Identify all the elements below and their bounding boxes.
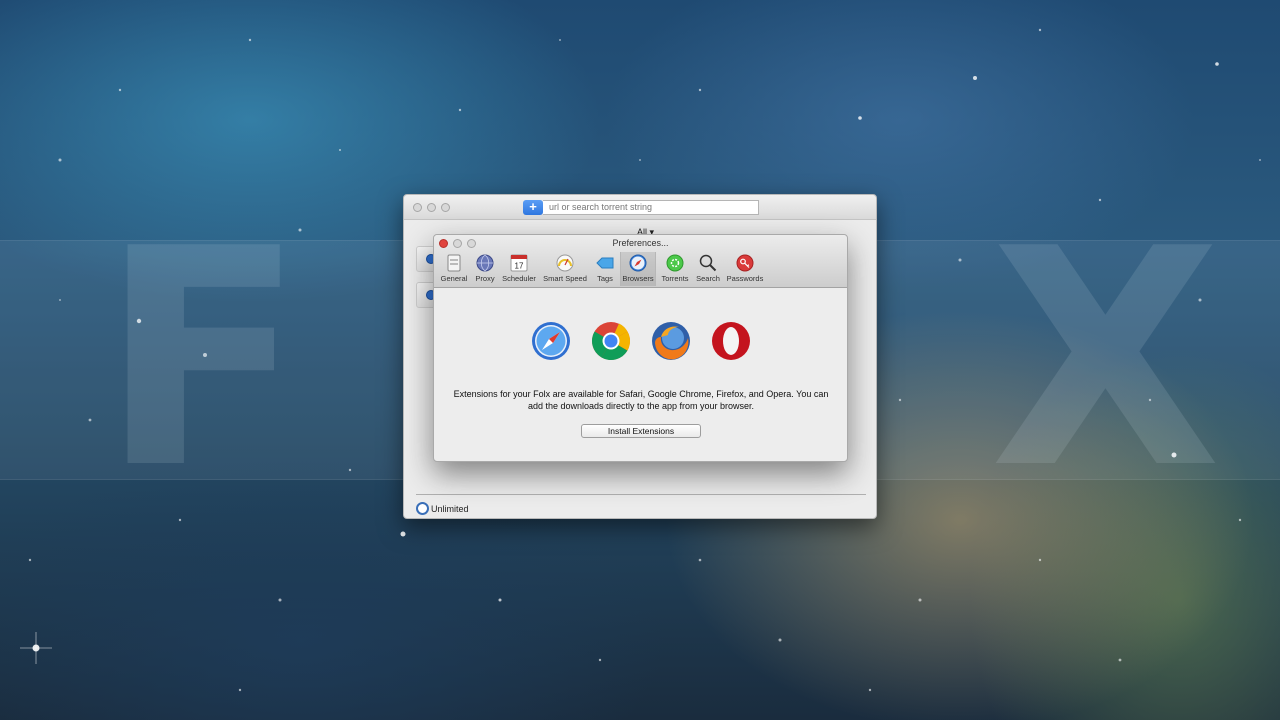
torrent-icon bbox=[666, 254, 684, 272]
zoom-button[interactable] bbox=[441, 203, 450, 212]
chrome-icon[interactable] bbox=[591, 321, 631, 361]
opera-icon[interactable] bbox=[711, 321, 751, 361]
compass-icon bbox=[629, 254, 647, 272]
preferences-window: Preferences... General Proxy 17 Schedule… bbox=[433, 234, 848, 462]
tab-general-label: General bbox=[440, 274, 468, 283]
install-extensions-button[interactable]: Install Extensions bbox=[581, 424, 701, 438]
scheduler-badge: 17 bbox=[515, 262, 524, 271]
close-button[interactable] bbox=[413, 203, 422, 212]
main-titlebar: + url or search torrent string bbox=[404, 195, 876, 220]
tab-smart-speed[interactable]: Smart Speed bbox=[541, 252, 589, 286]
safari-icon[interactable] bbox=[531, 321, 571, 361]
status-divider bbox=[416, 494, 866, 495]
tab-search[interactable]: Search bbox=[693, 252, 723, 286]
firefox-icon[interactable] bbox=[651, 321, 691, 361]
scheduler-icon: 17 bbox=[510, 254, 528, 272]
folx-logo-letter-x: X bbox=[990, 185, 1222, 534]
tab-browsers[interactable]: Browsers bbox=[620, 252, 656, 286]
minimize-button[interactable] bbox=[427, 203, 436, 212]
proxy-icon bbox=[476, 254, 494, 272]
key-icon bbox=[736, 254, 754, 272]
preferences-toolbar: Preferences... General Proxy 17 Schedule… bbox=[434, 235, 847, 288]
tab-browsers-label: Browsers bbox=[622, 274, 654, 283]
general-icon bbox=[447, 254, 461, 272]
tab-search-label: Search bbox=[696, 274, 720, 283]
tab-general[interactable]: General bbox=[438, 252, 470, 286]
speed-limit-label: Unlimited bbox=[431, 504, 469, 514]
url-search-input[interactable]: url or search torrent string bbox=[543, 200, 759, 215]
tab-tags-label: Tags bbox=[597, 274, 613, 283]
speedometer-icon bbox=[556, 254, 574, 272]
folx-logo-letter-f: F bbox=[100, 185, 305, 534]
tag-icon bbox=[596, 257, 614, 269]
extensions-description: Extensions for your Folx are available f… bbox=[453, 389, 829, 411]
magnifier-icon bbox=[699, 254, 717, 272]
tab-passwords[interactable]: Passwords bbox=[725, 252, 765, 286]
tab-scheduler[interactable]: 17 Scheduler bbox=[500, 252, 538, 286]
tab-torrents-label: Torrents bbox=[661, 274, 689, 283]
add-download-button[interactable]: + bbox=[523, 200, 543, 215]
speed-limit-icon[interactable] bbox=[416, 502, 429, 515]
tab-passwords-label: Passwords bbox=[726, 274, 764, 283]
tab-tags[interactable]: Tags bbox=[592, 252, 618, 286]
tab-smart-speed-label: Smart Speed bbox=[543, 274, 587, 283]
tab-proxy[interactable]: Proxy bbox=[472, 252, 498, 286]
tab-torrents[interactable]: Torrents bbox=[659, 252, 691, 286]
preferences-title: Preferences... bbox=[612, 238, 669, 248]
tab-proxy-label: Proxy bbox=[475, 274, 495, 283]
tab-scheduler-label: Scheduler bbox=[502, 274, 536, 283]
